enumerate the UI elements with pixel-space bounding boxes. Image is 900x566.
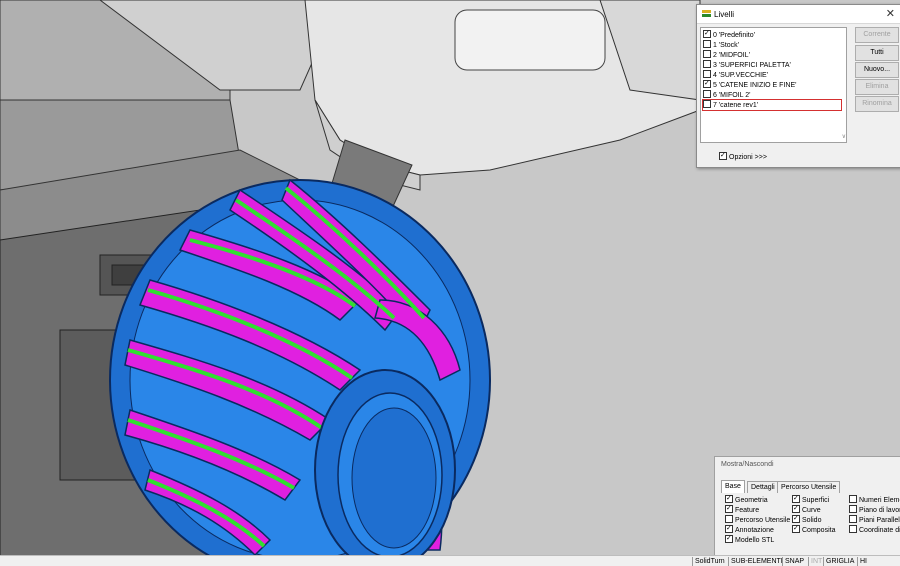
visibility-label: Annotazione	[735, 527, 774, 534]
visibility-label: Piani Paralleli	[859, 517, 900, 524]
visibility-label: Numeri Eleme	[859, 497, 900, 504]
layer-label: 6 'MIFOIL 2'	[713, 92, 751, 99]
layer-visibility-checkbox[interactable]	[703, 80, 711, 88]
layer-row[interactable]: 7 'catene rev1'	[702, 99, 842, 111]
visibility-checkbox[interactable]	[849, 525, 857, 533]
options-checkbox[interactable]	[719, 152, 727, 160]
set-current-button[interactable]: Corrente	[855, 27, 899, 43]
dialog-title-bar[interactable]: Livelli ✕	[697, 5, 900, 24]
visibility-checkbox[interactable]	[849, 495, 857, 503]
tab-base[interactable]: Base	[721, 480, 745, 493]
visibility-option[interactable]: Superfici	[792, 495, 829, 505]
options-label: Opzioni >>>	[729, 154, 767, 161]
visibility-checkbox[interactable]	[792, 495, 800, 503]
layer-list[interactable]: 0 'Predefinito' 1 'Stock' 2 'MIDFOIL' 3 'SU…	[700, 27, 847, 143]
visibility-checkbox[interactable]	[792, 525, 800, 533]
rename-button[interactable]: Rinomina	[855, 96, 899, 112]
tab-details[interactable]: Dettagli	[747, 481, 779, 493]
visibility-option[interactable]: Coordinate di	[849, 525, 900, 535]
layer-label: 7 'catene rev1'	[713, 102, 759, 109]
options-toggle[interactable]: Opzioni >>>	[719, 152, 767, 161]
layer-visibility-checkbox[interactable]	[703, 100, 711, 108]
visibility-checkbox[interactable]	[792, 505, 800, 513]
visibility-option[interactable]: Feature	[725, 505, 759, 515]
visibility-checkbox[interactable]	[725, 495, 733, 503]
close-icon[interactable]: ✕	[886, 7, 895, 20]
visibility-checkbox[interactable]	[792, 515, 800, 523]
all-button[interactable]: Tutti	[855, 45, 899, 61]
visibility-checkbox[interactable]	[725, 515, 733, 523]
visibility-label: Coordinate di	[859, 527, 900, 534]
layer-label: 5 'CATENE INIZIO E FINE'	[713, 82, 797, 89]
visibility-option[interactable]: Piani Paralleli	[849, 515, 900, 525]
visibility-option[interactable]: Solido	[792, 515, 821, 525]
scroll-down-icon[interactable]: ∨	[842, 133, 846, 140]
layer-row[interactable]: 3 'SUPERFICI PALETTA'	[703, 60, 841, 70]
visibility-label: Modello STL	[735, 537, 775, 544]
layer-row[interactable]: 5 'CATENE INIZIO E FINE'	[703, 80, 841, 90]
visibility-option[interactable]: Composita	[792, 525, 835, 535]
visibility-label: Percorso Utensile	[735, 517, 791, 524]
visibility-option[interactable]: Modello STL	[725, 535, 774, 545]
layer-label: 4 'SUP.VECCHIE'	[713, 72, 769, 79]
layer-row[interactable]: 1 'Stock'	[703, 40, 841, 50]
layer-label: 2 'MIDFOIL'	[713, 52, 750, 59]
status-bar: SolidTurn SUB-ELEMENTI SNAP INT GRIGLIA HI	[0, 555, 900, 566]
layer-visibility-checkbox[interactable]	[703, 90, 711, 98]
show-hide-panel: Mostra/Nascondi Base Dettagli Percorso U…	[714, 456, 900, 557]
layer-visibility-checkbox[interactable]	[703, 70, 711, 78]
visibility-checkbox[interactable]	[725, 525, 733, 533]
layers-icon	[702, 10, 711, 17]
layer-visibility-checkbox[interactable]	[703, 60, 711, 68]
layer-row[interactable]: 4 'SUP.VECCHIE'	[703, 70, 841, 80]
panel-title: Mostra/Nascondi	[721, 461, 774, 468]
layer-label: 0 'Predefinito'	[713, 32, 755, 39]
visibility-option[interactable]: Annotazione	[725, 525, 774, 535]
layer-visibility-checkbox[interactable]	[703, 50, 711, 58]
layer-visibility-checkbox[interactable]	[703, 30, 711, 38]
layer-label: 1 'Stock'	[713, 42, 740, 49]
visibility-label: Composita	[802, 527, 836, 534]
visibility-label: Curve	[802, 507, 821, 514]
visibility-option[interactable]: Numeri Eleme	[849, 495, 900, 505]
layer-row[interactable]: 2 'MIDFOIL'	[703, 50, 841, 60]
visibility-label: Feature	[735, 507, 760, 514]
layer-row[interactable]: 6 'MIFOIL 2'	[703, 90, 841, 100]
visibility-label: Geometria	[735, 497, 768, 504]
visibility-option[interactable]: Piano di lavor	[849, 505, 900, 515]
visibility-option[interactable]: Percorso Utensile	[725, 515, 790, 525]
visibility-checkbox[interactable]	[849, 505, 857, 513]
visibility-checkbox[interactable]	[849, 515, 857, 523]
layer-visibility-checkbox[interactable]	[703, 40, 711, 48]
visibility-label: Superfici	[802, 497, 830, 504]
new-layer-button[interactable]: Nuovo...	[855, 62, 899, 78]
delete-button[interactable]: Elimina	[855, 79, 899, 95]
visibility-option[interactable]: Geometria	[725, 495, 768, 505]
layers-dialog: Livelli ✕ 0 'Predefinito' 1 'Stock' 2 'MID…	[696, 4, 900, 168]
visibility-option[interactable]: Curve	[792, 505, 821, 515]
visibility-label: Solido	[802, 517, 822, 524]
dialog-title: Livelli	[714, 10, 735, 19]
layer-row[interactable]: 0 'Predefinito'	[703, 30, 841, 40]
visibility-checkbox[interactable]	[725, 505, 733, 513]
visibility-label: Piano di lavor	[859, 507, 900, 514]
tab-toolpath[interactable]: Percorso Utensile	[777, 481, 841, 493]
layer-label: 3 'SUPERFICI PALETTA'	[713, 62, 791, 69]
visibility-checkbox[interactable]	[725, 535, 733, 543]
